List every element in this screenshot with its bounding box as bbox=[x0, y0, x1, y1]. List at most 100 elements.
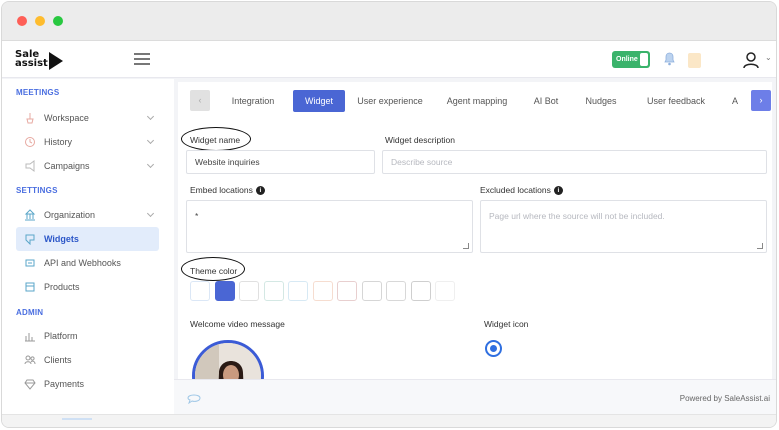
sidebar-item-clients[interactable]: Clients bbox=[16, 348, 159, 372]
widget-name-input[interactable]: Website inquiries bbox=[186, 150, 375, 174]
info-icon[interactable]: i bbox=[553, 186, 563, 196]
sidebar-item-label: Widgets bbox=[44, 234, 79, 244]
sidebar-item-label: Campaigns bbox=[44, 161, 90, 171]
excluded-locations-label: Excluded locations i bbox=[480, 185, 563, 196]
clients-icon bbox=[24, 355, 36, 365]
app-root: Sale assist Online ⌄ MEETINGS Workspace … bbox=[2, 42, 776, 427]
theme-color-swatch[interactable] bbox=[386, 281, 406, 301]
theme-color-swatch[interactable] bbox=[288, 281, 308, 301]
theme-color-swatch[interactable] bbox=[239, 281, 259, 301]
top-navbar: Sale assist Online ⌄ bbox=[2, 42, 776, 78]
excluded-locations-text: Excluded locations bbox=[480, 185, 551, 195]
excluded-locations-placeholder: Page url where the source will not be in… bbox=[489, 211, 665, 221]
sidebar-item-campaigns[interactable]: Campaigns bbox=[16, 154, 159, 178]
tabs-prev-button[interactable]: ‹ bbox=[190, 90, 210, 111]
notes-icon[interactable] bbox=[688, 53, 701, 68]
sidebar-item-label: Payments bbox=[44, 379, 85, 389]
logo-text: Sale assist bbox=[15, 49, 48, 69]
close-window-button[interactable] bbox=[17, 16, 27, 26]
browser-window: Sale assist Online ⌄ MEETINGS Workspace … bbox=[1, 1, 777, 428]
chat-bubble-icon[interactable] bbox=[186, 392, 202, 404]
theme-color-swatch[interactable] bbox=[312, 281, 333, 301]
sidebar-section-settings: SETTINGS bbox=[16, 186, 58, 195]
chevron-down-icon bbox=[146, 112, 155, 121]
user-avatar-icon[interactable] bbox=[742, 51, 760, 69]
payments-icon bbox=[24, 379, 36, 390]
welcome-video-label: Welcome video message bbox=[190, 319, 285, 329]
organization-icon bbox=[24, 209, 36, 221]
theme-color-swatch[interactable] bbox=[361, 281, 382, 301]
api-icon bbox=[25, 259, 35, 267]
powered-by-text: Powered by SaleAssist.ai bbox=[679, 394, 770, 403]
campaigns-icon bbox=[25, 160, 35, 172]
scrollbar-thumb[interactable] bbox=[62, 418, 92, 420]
theme-color-swatch[interactable] bbox=[214, 281, 235, 301]
widgets-icon bbox=[25, 234, 35, 245]
sidebar-item-payments[interactable]: Payments bbox=[16, 372, 159, 396]
sidebar-item-widgets[interactable]: Widgets bbox=[16, 227, 159, 251]
chevron-down-icon bbox=[146, 160, 155, 169]
menu-toggle-icon[interactable] bbox=[134, 53, 150, 65]
maximize-window-button[interactable] bbox=[53, 16, 63, 26]
widget-description-label: Widget description bbox=[385, 135, 455, 145]
theme-color-swatch[interactable] bbox=[337, 281, 357, 301]
main-content: ‹ Integration Widget User experience Age… bbox=[174, 79, 776, 414]
sidebar-item-history[interactable]: History bbox=[16, 130, 159, 154]
info-icon[interactable]: i bbox=[255, 186, 265, 196]
sidebar-item-label: Products bbox=[44, 282, 80, 292]
sidebar-item-label: Workspace bbox=[44, 113, 89, 123]
theme-color-swatch[interactable] bbox=[435, 281, 455, 301]
embed-locations-text: Embed locations bbox=[190, 185, 253, 195]
chevron-down-icon bbox=[146, 136, 155, 145]
history-icon bbox=[25, 137, 35, 147]
theme-color-swatch[interactable] bbox=[410, 281, 431, 301]
resize-handle-icon[interactable] bbox=[463, 243, 469, 249]
tab-integration[interactable]: Integration bbox=[218, 90, 288, 112]
footer: Powered by SaleAssist.ai bbox=[174, 379, 776, 415]
sidebar-item-api-webhooks[interactable]: API and Webhooks bbox=[16, 251, 159, 275]
embed-locations-textarea[interactable]: * bbox=[186, 200, 473, 253]
tab-user-feedback[interactable]: User feedback bbox=[636, 90, 716, 112]
toggle-knob bbox=[640, 53, 648, 66]
excluded-locations-textarea[interactable]: Page url where the source will not be in… bbox=[480, 200, 767, 253]
sidebar-item-organization[interactable]: Organization bbox=[16, 203, 159, 227]
annotation-circle bbox=[181, 257, 245, 281]
tab-user-experience[interactable]: User experience bbox=[350, 90, 430, 112]
horizontal-scrollbar[interactable] bbox=[2, 414, 776, 427]
notification-icon[interactable] bbox=[664, 52, 675, 66]
theme-color-swatch[interactable] bbox=[263, 281, 284, 301]
logo[interactable]: Sale assist bbox=[15, 49, 49, 69]
embed-locations-label: Embed locations i bbox=[190, 185, 265, 196]
tab-nudges[interactable]: Nudges bbox=[576, 90, 626, 112]
sidebar-item-label: API and Webhooks bbox=[44, 258, 121, 268]
tab-more[interactable]: A bbox=[724, 90, 746, 112]
chevron-down-icon[interactable]: ⌄ bbox=[765, 53, 772, 62]
tab-agent-mapping[interactable]: Agent mapping bbox=[436, 90, 518, 112]
annotation-circle bbox=[181, 127, 251, 151]
tabs-next-button[interactable]: › bbox=[751, 90, 771, 111]
theme-color-swatches bbox=[190, 281, 460, 301]
platform-icon bbox=[25, 333, 35, 342]
minimize-window-button[interactable] bbox=[35, 16, 45, 26]
logo-arrow-icon bbox=[49, 52, 63, 70]
sidebar: MEETINGS Workspace History Campaigns SET… bbox=[2, 79, 174, 414]
products-icon bbox=[25, 282, 35, 292]
sidebar-item-products[interactable]: Products bbox=[16, 275, 159, 299]
widget-description-input[interactable]: Describe source bbox=[382, 150, 767, 174]
widget-icon-radio[interactable] bbox=[485, 340, 502, 357]
chevron-down-icon bbox=[146, 209, 155, 218]
widget-settings-panel: ‹ Integration Widget User experience Age… bbox=[178, 82, 772, 414]
sidebar-item-platform[interactable]: Platform bbox=[16, 324, 159, 348]
tab-widget[interactable]: Widget bbox=[293, 90, 345, 112]
widget-icon-label: Widget icon bbox=[484, 319, 529, 329]
theme-color-swatch[interactable] bbox=[190, 281, 210, 301]
resize-handle-icon[interactable] bbox=[757, 243, 763, 249]
online-status-label: Online bbox=[616, 56, 638, 63]
workspace-icon bbox=[26, 113, 34, 124]
sidebar-item-label: Platform bbox=[44, 331, 78, 341]
window-titlebar bbox=[2, 2, 776, 41]
tab-ai-bot[interactable]: AI Bot bbox=[526, 90, 566, 112]
sidebar-item-workspace[interactable]: Workspace bbox=[16, 106, 159, 130]
online-status-toggle[interactable]: Online bbox=[612, 51, 650, 68]
sidebar-item-label: Clients bbox=[44, 355, 72, 365]
